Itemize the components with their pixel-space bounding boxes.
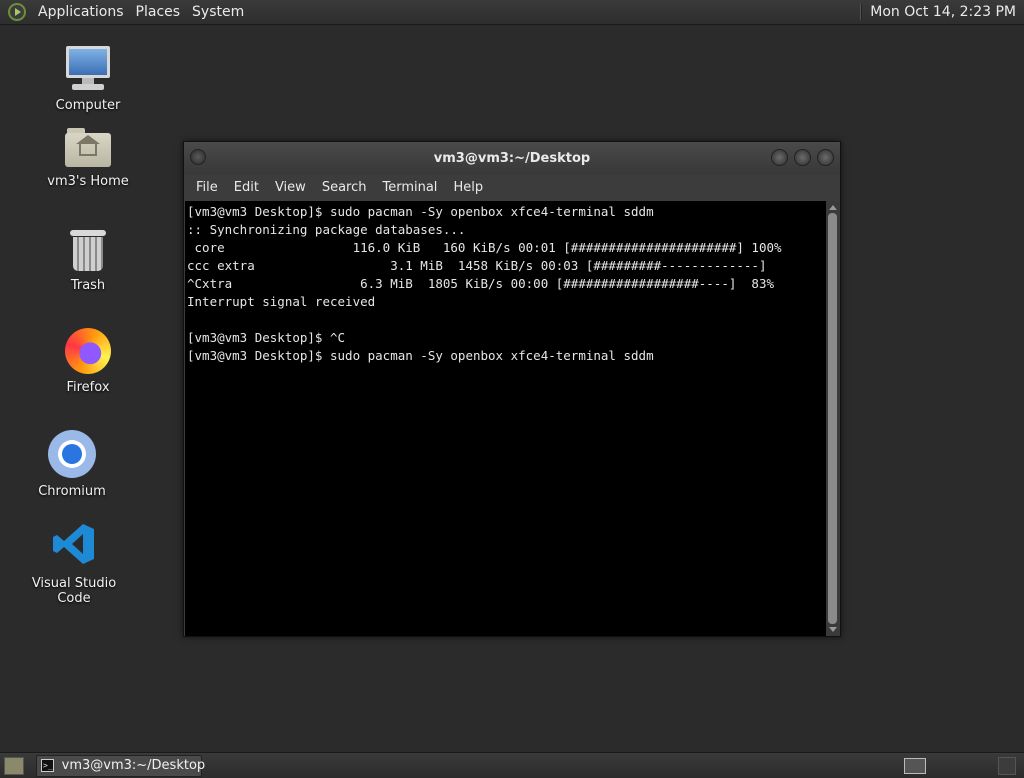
firefox-icon — [65, 328, 111, 374]
terminal-line: Interrupt signal received — [187, 294, 376, 309]
scrollbar-thumb[interactable] — [828, 213, 837, 624]
terminal-line: ^Cxtra 6.3 MiB 1805 KiB/s 00:00 [#######… — [187, 276, 774, 291]
terminal-menubar: File Edit View Search Terminal Help — [184, 174, 840, 201]
terminal-line: [vm3@vm3 Desktop]$ sudo pacman -Sy openb… — [187, 348, 654, 363]
desktop-icon-label: vm3's Home — [47, 174, 129, 189]
terminal-line: core 116.0 KiB 160 KiB/s 00:01 [########… — [187, 240, 782, 255]
scroll-down-arrow-icon[interactable] — [829, 627, 837, 632]
window-controls — [771, 149, 834, 166]
terminal-line: [vm3@vm3 Desktop]$ sudo pacman -Sy openb… — [187, 204, 654, 219]
home-folder-icon — [65, 128, 111, 168]
computer-icon — [64, 46, 112, 92]
menu-applications[interactable]: Applications — [32, 4, 130, 20]
terminal-window: vm3@vm3:~/Desktop File Edit View Search … — [183, 141, 841, 637]
taskbar-item-terminal[interactable]: >_ vm3@vm3:~/Desktop — [36, 754, 205, 777]
close-button[interactable] — [817, 149, 834, 166]
desktop-icon-label: Visual Studio Code — [31, 576, 117, 606]
top-panel-right: Mon Oct 14, 2:23 PM — [860, 0, 1024, 24]
trash-icon — [70, 230, 106, 272]
menu-terminal[interactable]: Terminal — [374, 180, 445, 195]
desktop-icon-firefox[interactable]: Firefox — [28, 328, 148, 395]
show-desktop-icon[interactable] — [4, 756, 24, 775]
chromium-icon — [48, 430, 96, 478]
desktop-icon-label: Chromium — [38, 484, 106, 499]
menu-system[interactable]: System — [186, 4, 250, 20]
minimize-button[interactable] — [771, 149, 788, 166]
terminal-icon: >_ — [41, 759, 54, 772]
terminal-line: [vm3@vm3 Desktop]$ ^C — [187, 330, 346, 345]
menu-edit[interactable]: Edit — [226, 180, 267, 195]
terminal-output[interactable]: [vm3@vm3 Desktop]$ sudo pacman -Sy openb… — [185, 201, 827, 636]
menu-file[interactable]: File — [188, 180, 226, 195]
desktop-icon-home[interactable]: vm3's Home — [28, 128, 148, 189]
menu-help[interactable]: Help — [445, 180, 491, 195]
terminal-line: ccc extra 3.1 MiB 1458 KiB/s 00:03 [####… — [187, 258, 767, 273]
window-title: vm3@vm3:~/Desktop — [433, 150, 591, 166]
scroll-up-arrow-icon[interactable] — [829, 205, 837, 210]
desktop-icon-vscode[interactable]: Visual Studio Code — [14, 522, 134, 606]
window-menu-icon[interactable] — [190, 149, 206, 165]
desktop-icon-chromium[interactable]: Chromium — [12, 430, 132, 499]
terminal-line: :: Synchronizing package databases... — [187, 222, 466, 237]
taskbar-item-label: vm3@vm3:~/Desktop — [61, 758, 206, 773]
menu-view[interactable]: View — [267, 180, 314, 195]
menu-places[interactable]: Places — [130, 4, 187, 20]
desktop-icon-label: Firefox — [66, 380, 110, 395]
title-bar[interactable]: vm3@vm3:~/Desktop — [184, 142, 840, 174]
trash-applet-icon[interactable] — [998, 757, 1016, 775]
distro-logo-icon[interactable] — [8, 3, 26, 21]
maximize-button[interactable] — [794, 149, 811, 166]
workspace-switcher[interactable] — [904, 757, 926, 774]
terminal-scrollbar[interactable] — [826, 201, 839, 636]
menu-search[interactable]: Search — [314, 180, 375, 195]
top-panel: Applications Places System Mon Oct 14, 2… — [0, 0, 1024, 25]
desktop-icon-label: Computer — [55, 98, 121, 113]
desktop-icon-label: Trash — [70, 278, 106, 293]
desktop-icon-computer[interactable]: Computer — [28, 46, 148, 113]
vscode-icon — [53, 524, 94, 564]
desktop-icon-trash[interactable]: Trash — [28, 230, 148, 293]
bottom-panel: >_ vm3@vm3:~/Desktop — [0, 752, 1024, 778]
clock[interactable]: Mon Oct 14, 2:23 PM — [870, 4, 1024, 20]
panel-separator — [860, 4, 863, 20]
